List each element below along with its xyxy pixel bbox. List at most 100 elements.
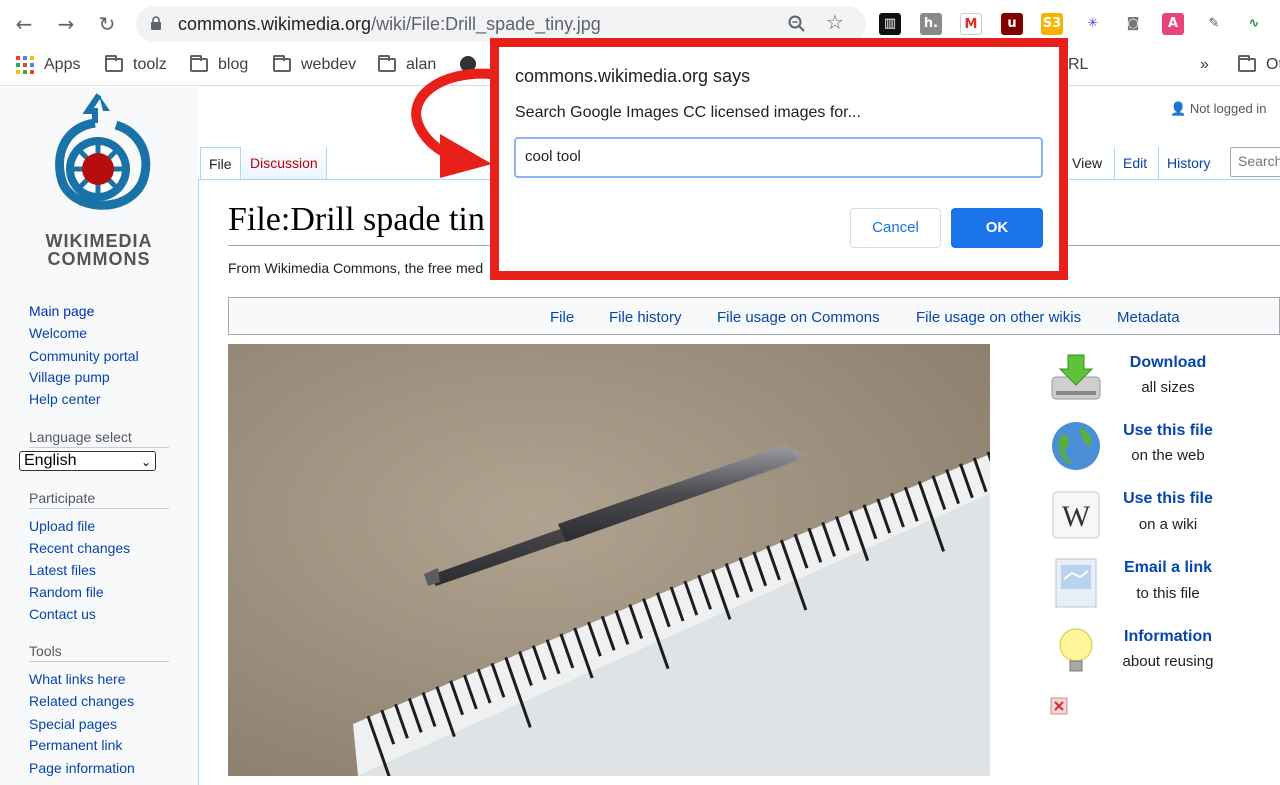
toc-metadata[interactable]: Metadata: [1117, 309, 1180, 326]
sidebar-item-what-links-here[interactable]: What links here: [29, 671, 125, 687]
apps-grid-icon: [16, 56, 34, 74]
language-select[interactable]: English ⌄: [19, 451, 156, 471]
sidebar-item-special-pages[interactable]: Special pages: [29, 716, 117, 732]
hypothesis-extension-icon[interactable]: h.: [920, 13, 942, 35]
lightbulb-icon[interactable]: [1050, 625, 1102, 677]
email-subtitle: to this file: [1136, 585, 1200, 602]
tab-history[interactable]: History: [1158, 147, 1219, 179]
a-extension-icon[interactable]: A: [1162, 13, 1184, 35]
wikimedia-commons-logo[interactable]: WIKIMEDIA COMMONS: [34, 93, 164, 273]
sidebar-item-contact-us[interactable]: Contact us: [29, 606, 96, 622]
bookmark-label: Apps: [44, 56, 81, 73]
sidebar-divider: [29, 661, 169, 662]
bookmark-folder-blog[interactable]: blog: [190, 55, 249, 74]
tab-view[interactable]: View: [1064, 147, 1110, 179]
wikipedia-icon[interactable]: W: [1050, 489, 1102, 541]
address-bar[interactable]: commons.wikimedia.org/wiki/File:Drill_sp…: [136, 6, 866, 42]
not-logged-in-text: Not logged in: [1189, 101, 1267, 116]
bookmark-folder-other[interactable]: Ot: [1238, 55, 1280, 74]
checkmark-extension-icon[interactable]: ∿: [1243, 13, 1265, 35]
url-host: commons.wikimedia.org: [178, 14, 372, 34]
bookmark-label: Ot: [1266, 56, 1280, 73]
language-value: English: [24, 452, 77, 469]
file-toc: File File history File usage on Commons …: [228, 297, 1280, 335]
globe-icon[interactable]: [1050, 420, 1102, 472]
tools-heading: Tools: [29, 643, 62, 659]
tab-discussion[interactable]: Discussion: [242, 147, 327, 179]
cancel-button[interactable]: Cancel: [850, 208, 941, 248]
bookmark-folder-webdev[interactable]: webdev: [273, 55, 357, 74]
folder-icon: [105, 55, 123, 72]
user-icon: 👤: [1170, 102, 1187, 117]
sidebar-item-upload-file[interactable]: Upload file: [29, 518, 95, 534]
bookmark-url-fragment[interactable]: RL: [1068, 56, 1088, 74]
bookmark-label: RL: [1068, 56, 1089, 73]
use-on-web-link[interactable]: Use this file: [1098, 422, 1238, 440]
bookmark-folder-toolz[interactable]: toolz: [105, 55, 167, 74]
toc-file-usage-other-wikis[interactable]: File usage on other wikis: [916, 309, 1081, 326]
tab-file[interactable]: File: [200, 147, 241, 179]
ublock-extension-icon[interactable]: u: [1001, 13, 1023, 35]
bookmark-apps[interactable]: Apps: [16, 56, 80, 74]
s3-extension-icon[interactable]: S3: [1041, 13, 1063, 35]
forward-arrow-icon[interactable]: →: [54, 12, 78, 36]
information-subtitle: about reusing: [1122, 653, 1214, 670]
sidebar-item-community-portal[interactable]: Community portal: [29, 348, 139, 364]
download-link[interactable]: Download: [1098, 354, 1238, 372]
url-text: commons.wikimedia.org/wiki/File:Drill_sp…: [178, 14, 601, 35]
sidebar-item-related-changes[interactable]: Related changes: [29, 693, 134, 709]
back-arrow-icon[interactable]: ←: [12, 12, 36, 36]
url-path: /wiki/File:Drill_spade_tiny.jpg: [371, 14, 601, 34]
participate-heading: Participate: [29, 490, 96, 506]
personal-tools: 👤 Not logged in: [1170, 101, 1266, 117]
broken-image-icon: [1050, 697, 1068, 715]
sidebar-item-random-file[interactable]: Random file: [29, 584, 104, 600]
camera-extension-icon[interactable]: ◙: [1122, 13, 1144, 35]
bookmarks-overflow-button[interactable]: »: [1200, 56, 1209, 74]
toc-file-history[interactable]: File history: [609, 309, 682, 326]
zoom-icon[interactable]: [788, 15, 806, 33]
sidebar-item-help-center[interactable]: Help center: [29, 391, 101, 407]
snowflake-extension-icon[interactable]: ✳: [1082, 13, 1104, 35]
bookmark-label: toolz: [133, 56, 167, 73]
use-on-wiki-link[interactable]: Use this file: [1098, 490, 1238, 508]
archive-extension-icon[interactable]: ▥: [879, 13, 901, 35]
folder-icon: [190, 55, 208, 72]
sidebar-item-recent-changes[interactable]: Recent changes: [29, 540, 130, 556]
drill-spade-photo[interactable]: [228, 344, 990, 776]
sidebar-item-welcome[interactable]: Welcome: [29, 325, 87, 341]
sidebar-item-page-information[interactable]: Page information: [29, 760, 135, 776]
ok-button[interactable]: OK: [951, 208, 1043, 248]
toc-file[interactable]: File: [550, 309, 574, 326]
sidebar-divider: [29, 508, 169, 509]
chevron-down-icon: ⌄: [140, 455, 151, 469]
sidebar-item-village-pump[interactable]: Village pump: [29, 369, 110, 385]
sidebar-item-main-page[interactable]: Main page: [29, 303, 94, 319]
lock-icon: [151, 16, 161, 30]
use-on-web-subtitle: on the web: [1131, 447, 1205, 464]
email-icon[interactable]: [1050, 557, 1102, 609]
language-select-heading: Language select: [29, 429, 132, 445]
dialog-text-input[interactable]: cool tool: [514, 137, 1043, 178]
site-subtitle: From Wikimedia Commons, the free med: [228, 260, 484, 276]
sidebar-item-permanent-link[interactable]: Permanent link: [29, 737, 122, 753]
dialog-title: commons.wikimedia.org says: [515, 66, 751, 86]
email-link[interactable]: Email a link: [1098, 559, 1238, 577]
svg-text:W: W: [1062, 500, 1091, 533]
search-input[interactable]: Search: [1230, 147, 1280, 177]
bookmark-star-icon[interactable]: ☆: [826, 10, 844, 34]
information-link[interactable]: Information: [1098, 628, 1238, 646]
tab-edit[interactable]: Edit: [1114, 147, 1155, 179]
sidebar-divider: [29, 447, 169, 448]
bookmark-label: blog: [218, 56, 249, 73]
reload-icon[interactable]: ↻: [95, 12, 119, 36]
use-on-wiki-subtitle: on a wiki: [1138, 516, 1198, 533]
download-icon[interactable]: [1050, 351, 1102, 403]
bookmark-label: webdev: [301, 56, 357, 73]
gmail-extension-icon[interactable]: M: [960, 13, 982, 35]
folder-icon: [378, 55, 396, 72]
overflow-chevron-icon: »: [1200, 56, 1209, 73]
sidebar-item-latest-files[interactable]: Latest files: [29, 562, 96, 578]
eyedropper-extension-icon[interactable]: ✎: [1203, 13, 1225, 35]
toc-file-usage-commons[interactable]: File usage on Commons: [717, 309, 880, 326]
